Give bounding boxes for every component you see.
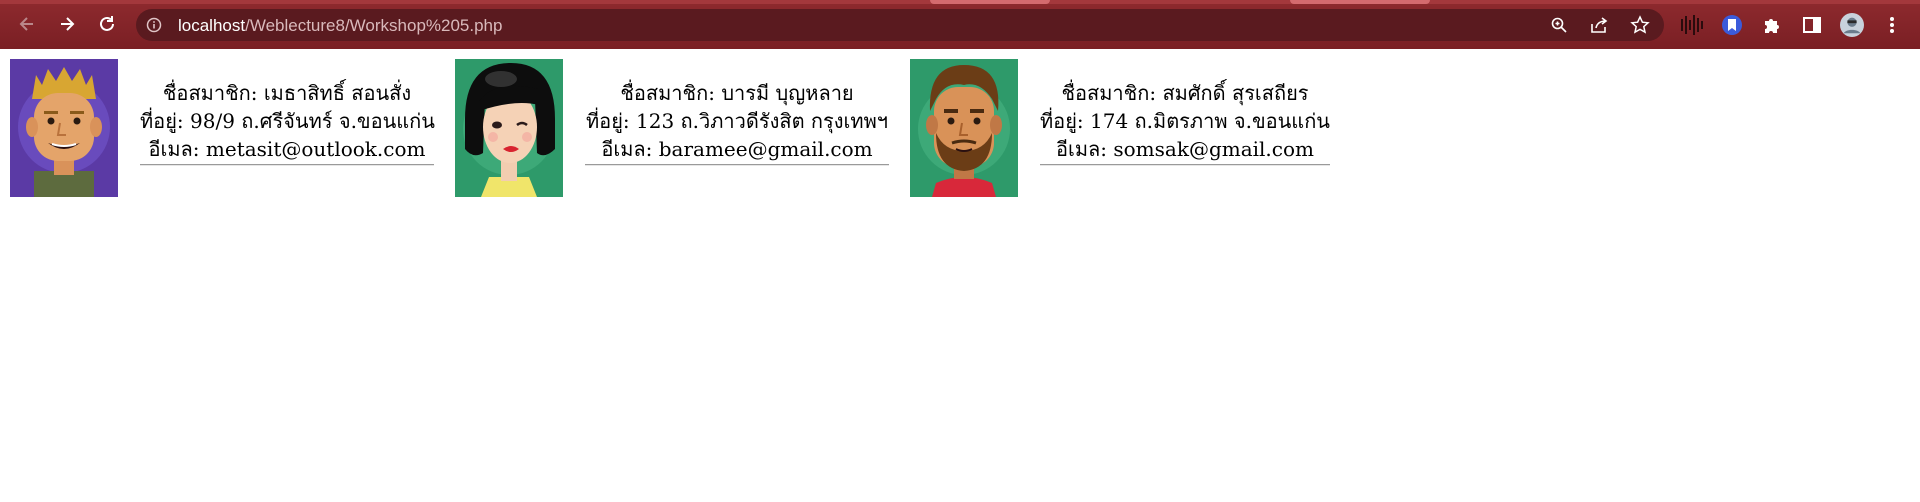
member-avatar-image	[10, 59, 118, 197]
member-card: ชื่อสมาชิก: บารมี บุญหลาย ที่อยู่: 123 ถ…	[455, 59, 889, 197]
member-list: ชื่อสมาชิก: เมธาสิทธิ์ สอนสั่ง ที่อยู่: …	[10, 59, 1330, 197]
address-bar[interactable]: localhost/Weblecture8/Workshop%205.php	[136, 9, 1664, 41]
member-avatar-image	[910, 59, 1018, 197]
reload-icon	[100, 16, 114, 31]
member-address: ที่อยู่: 98/9 ถ.ศรีจันทร์ จ.ขอนแก่น	[140, 109, 435, 133]
profile-button[interactable]	[1840, 13, 1864, 37]
member-address: ที่อยู่: 123 ถ.วิภาวดีรังสิต กรุงเทพฯ	[586, 109, 888, 133]
share-icon	[1591, 17, 1608, 33]
member-address: ที่อยู่: 174 ถ.มิตรภาพ จ.ขอนแก่น	[1040, 109, 1330, 133]
zoom-button[interactable]	[1549, 15, 1569, 35]
star-icon	[1630, 15, 1650, 34]
member-avatar-image	[455, 59, 563, 197]
browser-toolbar: localhost/Weblecture8/Workshop%205.php	[0, 0, 1920, 49]
reload-button[interactable]	[92, 9, 122, 39]
member-name: ชื่อสมาชิก: สมศักดิ์ สุรเสถียร	[1061, 81, 1309, 105]
side-panel-button[interactable]	[1800, 13, 1824, 37]
tab-edge	[1290, 0, 1430, 4]
tab-edge	[930, 0, 1050, 4]
browser-menu-button[interactable]	[1880, 13, 1904, 37]
profile-avatar-icon	[1840, 13, 1864, 37]
soundwave-extension-button[interactable]	[1680, 13, 1704, 37]
divider	[585, 164, 889, 166]
url-text[interactable]: localhost/Weblecture8/Workshop%205.php	[178, 16, 502, 36]
member-email: อีเมล: somsak@gmail.com	[1055, 137, 1314, 161]
info-icon[interactable]	[146, 17, 162, 33]
forward-arrow-icon	[61, 17, 75, 31]
kebab-menu-icon	[1890, 17, 1894, 33]
url-host: localhost	[178, 16, 246, 35]
bookmark-extension-icon	[1722, 15, 1742, 35]
member-card: ชื่อสมาชิก: สมศักดิ์ สุรเสถียร ที่อยู่: …	[910, 59, 1330, 197]
zoom-icon	[1551, 17, 1567, 33]
member-email: อีเมล: metasit@outlook.com	[148, 137, 426, 161]
member-card: ชื่อสมาชิก: เมธาสิทธิ์ สอนสั่ง ที่อยู่: …	[10, 59, 435, 197]
member-name: ชื่อสมาชิก: บารมี บุญหลาย	[620, 81, 854, 105]
extensions-button[interactable]	[1760, 13, 1784, 37]
back-button[interactable]	[12, 9, 42, 39]
divider	[140, 164, 434, 166]
member-info: ชื่อสมาชิก: สมศักดิ์ สุรเสถียร ที่อยู่: …	[1040, 59, 1330, 166]
puzzle-extensions-icon	[1765, 19, 1779, 33]
back-arrow-icon	[19, 17, 33, 31]
url-path: /Weblecture8/Workshop%205.php	[245, 16, 503, 35]
member-info: ชื่อสมาชิก: เมธาสิทธิ์ สอนสั่ง ที่อยู่: …	[140, 59, 435, 166]
member-name: ชื่อสมาชิก: เมธาสิทธิ์ สอนสั่ง	[162, 81, 412, 105]
bookmark-extension-button[interactable]	[1720, 13, 1744, 37]
side-panel-icon	[1803, 17, 1821, 33]
forward-button[interactable]	[52, 9, 82, 39]
soundwave-extension-icon	[1681, 15, 1703, 35]
member-info: ชื่อสมาชิก: บารมี บุญหลาย ที่อยู่: 123 ถ…	[585, 59, 889, 166]
bookmark-star-button[interactable]	[1630, 15, 1650, 35]
divider	[1040, 164, 1330, 166]
member-email: อีเมล: baramee@gmail.com	[601, 137, 873, 161]
share-button[interactable]	[1589, 15, 1609, 35]
